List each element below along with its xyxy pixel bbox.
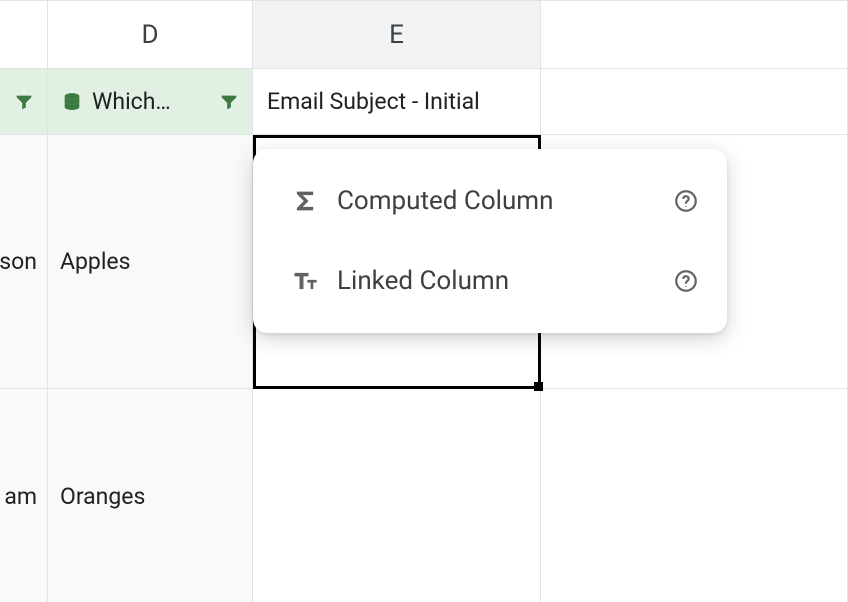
- text-type-icon: [287, 263, 323, 299]
- cell-d1[interactable]: Apples: [48, 135, 253, 388]
- cell-c2-partial[interactable]: am: [0, 389, 48, 602]
- cell-value: son: [0, 248, 47, 275]
- cell-value: Oranges: [48, 483, 157, 510]
- sigma-icon: [287, 183, 323, 219]
- cell-e2[interactable]: [253, 389, 541, 602]
- field-header-row: Which… Email Subject - Initial: [0, 69, 848, 135]
- field-header-e[interactable]: Email Subject - Initial: [253, 69, 541, 134]
- filter-icon[interactable]: [11, 89, 37, 115]
- column-letter-header-row: D E: [0, 1, 848, 69]
- column-header-e[interactable]: E: [253, 1, 541, 68]
- column-type-popup: Computed Column Linked Column: [253, 149, 727, 333]
- help-icon[interactable]: [671, 266, 701, 296]
- cell-f2-partial[interactable]: [541, 389, 848, 602]
- menu-item-computed-column[interactable]: Computed Column: [253, 161, 727, 241]
- menu-item-linked-column[interactable]: Linked Column: [253, 241, 727, 321]
- menu-item-label: Linked Column: [337, 266, 657, 296]
- column-header-f-partial[interactable]: [541, 1, 848, 68]
- spreadsheet-grid: D E Which… Email: [0, 0, 848, 602]
- column-header-c-partial[interactable]: [0, 1, 48, 68]
- field-header-d[interactable]: Which…: [48, 69, 253, 134]
- cell-c1-partial[interactable]: son: [0, 135, 48, 388]
- help-icon[interactable]: [671, 186, 701, 216]
- database-icon: [60, 90, 84, 114]
- column-header-d[interactable]: D: [48, 1, 253, 68]
- field-header-f-partial[interactable]: [541, 69, 848, 134]
- field-header-c-partial[interactable]: [0, 69, 48, 134]
- cell-d2[interactable]: Oranges: [48, 389, 253, 602]
- column-letter-d: D: [48, 1, 252, 68]
- cell-value: Apples: [48, 248, 143, 275]
- field-header-d-label: Which…: [92, 88, 208, 115]
- column-letter-e: E: [253, 1, 540, 68]
- field-header-e-label: Email Subject - Initial: [267, 88, 480, 115]
- cell-value: am: [0, 483, 47, 510]
- table-row: am Oranges: [0, 389, 848, 602]
- filter-icon[interactable]: [216, 89, 242, 115]
- menu-item-label: Computed Column: [337, 186, 657, 216]
